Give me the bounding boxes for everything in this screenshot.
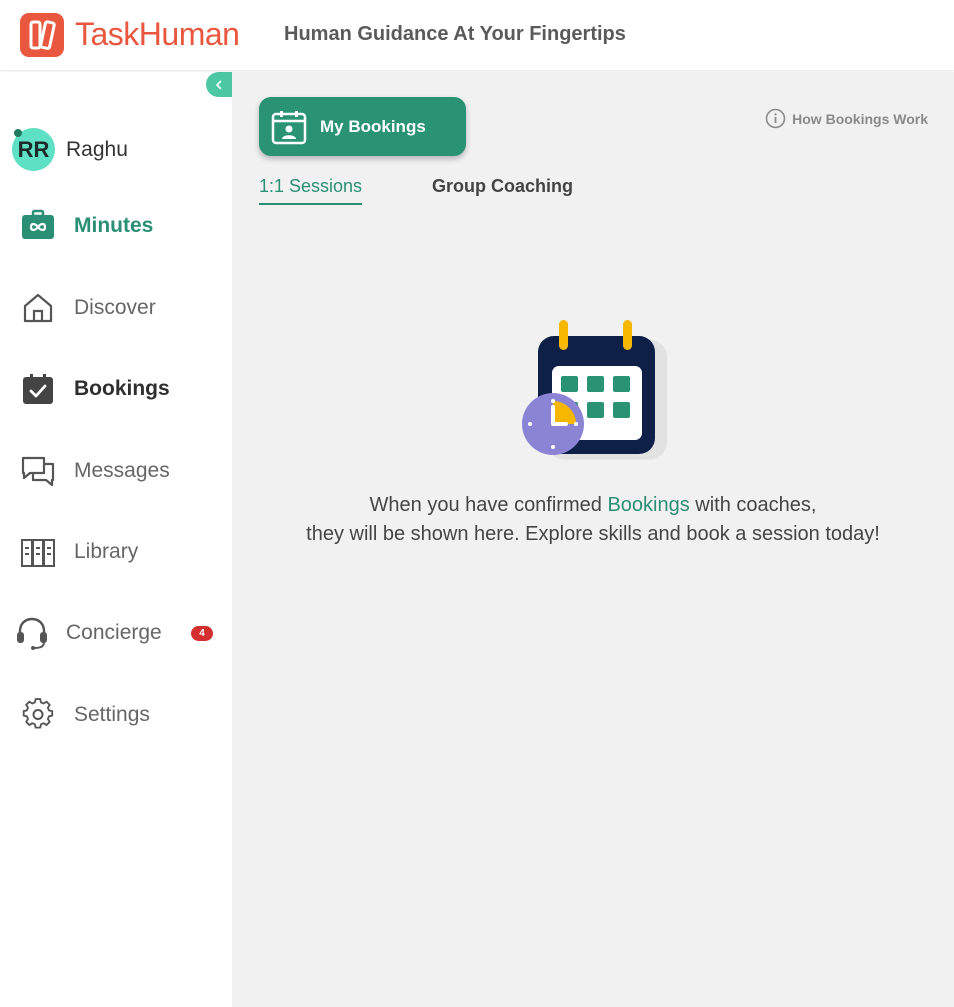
taskhuman-logo-icon[interactable] [20,13,64,57]
empty-state-line-1: When you have confirmed Bookings with co… [369,494,817,516]
chevron-left-icon [215,80,222,89]
tab-group-coaching[interactable]: Group Coaching [432,176,573,197]
bookings-highlight: Bookings [607,494,690,516]
sidebar-item-label: Discover [74,296,156,319]
calendar-clock-illustration [522,320,667,460]
sidebar-item-label: Messages [74,459,170,482]
headset-icon [14,615,50,651]
header-tagline: Human Guidance At Your Fingertips [284,23,626,45]
sidebar-item-label: Minutes [74,214,154,237]
sidebar-item-label: Concierge [66,621,162,644]
sidebar-item-concierge[interactable]: Concierge 4 [0,613,232,653]
sidebar-item-label: Settings [74,703,150,726]
sidebar-item-label: Library [74,540,139,563]
chat-bubbles-icon [20,453,56,489]
avatar[interactable]: RR [12,128,55,171]
how-bookings-work-link[interactable]: How Bookings Work [765,108,928,129]
how-bookings-work-label: How Bookings Work [792,110,928,127]
info-icon [765,108,786,129]
sidebar-item-discover[interactable]: Discover [0,288,232,328]
my-bookings-label: My Bookings [320,116,426,136]
my-bookings-button[interactable]: My Bookings [259,97,466,156]
app-header: TaskHuman Human Guidance At Your Fingert… [0,0,954,71]
home-icon [20,290,56,326]
sidebar: RR Raghu Minutes Discover Bookings Messa… [0,72,232,1007]
sidebar-item-library[interactable]: Library [0,532,232,572]
sidebar-item-label: Bookings [74,377,170,400]
online-status-dot [14,129,22,137]
calendar-user-icon [271,110,307,144]
brand-name[interactable]: TaskHuman [75,16,240,53]
notification-badge: 4 [191,625,213,641]
user-name: Raghu [66,137,128,161]
main-content: My Bookings How Bookings Work 1:1 Sessio… [232,72,954,1007]
empty-state-message: When you have confirmed Bookings with co… [232,491,954,549]
user-profile[interactable]: RR Raghu [12,128,128,171]
tab-one-on-one-sessions[interactable]: 1:1 Sessions [259,176,363,205]
collapse-sidebar-button[interactable] [206,72,232,97]
sidebar-item-minutes[interactable]: Minutes [0,206,232,246]
sidebar-item-bookings[interactable]: Bookings [0,369,232,409]
gear-icon [20,697,56,733]
calendar-check-icon [20,371,56,407]
avatar-initials: RR [17,136,50,162]
empty-state-line-2: they will be shown here. Explore skills … [306,523,880,545]
sidebar-item-messages[interactable]: Messages [0,451,232,491]
minutes-icon [20,208,56,244]
library-icon [20,534,56,570]
sidebar-item-settings[interactable]: Settings [0,695,232,735]
